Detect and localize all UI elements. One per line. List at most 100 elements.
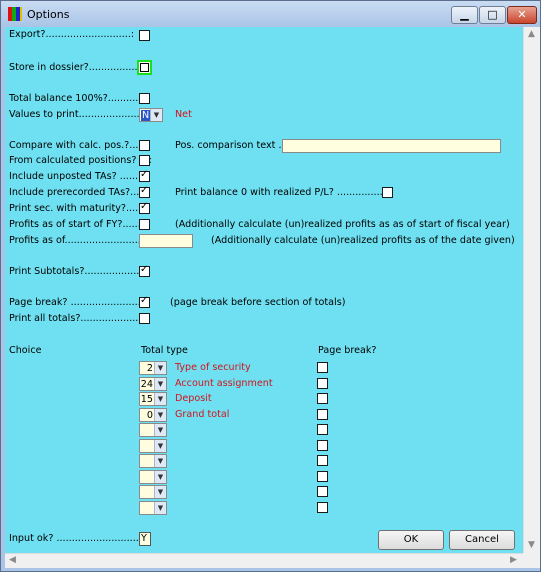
page-break-header: Page break? bbox=[318, 345, 377, 356]
chevron-down-icon[interactable]: ▼ bbox=[154, 486, 166, 498]
cancel-button[interactable]: Cancel bbox=[449, 530, 515, 550]
chevron-down-icon[interactable]: ▼ bbox=[154, 393, 166, 405]
chevron-down-icon[interactable]: ▼ bbox=[154, 455, 166, 467]
chevron-down-icon[interactable]: ▼ bbox=[154, 439, 166, 452]
profits-as-of-label: Profits as of.........................: bbox=[9, 235, 145, 246]
print-sec-maturity-checkbox[interactable] bbox=[139, 201, 150, 214]
profits-start-fy-note: (Additionally calculate (un)realized pro… bbox=[175, 219, 510, 230]
from-calc-checkbox[interactable] bbox=[139, 155, 150, 166]
print-all-totals-label: Print all totals?....................: bbox=[9, 313, 145, 324]
compare-calc-checkbox[interactable] bbox=[139, 140, 150, 151]
print-subtotals-checkbox[interactable] bbox=[139, 264, 150, 277]
row-page-break-checkbox[interactable] bbox=[317, 439, 328, 451]
maximize-icon: □ bbox=[487, 8, 498, 21]
row-page-break-checkbox[interactable] bbox=[317, 486, 328, 497]
print-subtotals-label: Print Subtotals?...................: bbox=[9, 266, 146, 277]
total-type-value: 0 bbox=[146, 409, 153, 421]
profits-start-fy-checkbox[interactable] bbox=[139, 219, 150, 230]
input-ok-field[interactable]: Y bbox=[139, 532, 151, 546]
title-bar: Options ▁ □ ✕ bbox=[1, 1, 540, 27]
chevron-down-icon[interactable]: ▼ bbox=[154, 408, 166, 421]
page-break-label: Page break? .......................: bbox=[9, 297, 144, 308]
values-to-print-select[interactable]: N ▼ bbox=[139, 108, 163, 122]
vertical-scrollbar[interactable]: ▲ ▼ bbox=[523, 27, 540, 555]
scroll-up-icon[interactable]: ▲ bbox=[528, 29, 535, 39]
row-page-break-checkbox[interactable] bbox=[317, 408, 328, 420]
horizontal-scrollbar[interactable]: ◀ ▶ bbox=[5, 553, 523, 568]
print-balance-zero-checkbox[interactable] bbox=[382, 187, 393, 198]
choice-label: Choice bbox=[9, 345, 42, 356]
row-page-break-checkbox[interactable] bbox=[317, 424, 328, 435]
total-type-select[interactable]: 2 ▼ bbox=[139, 361, 167, 375]
include-unposted-label: Include unposted TAs? ........: bbox=[9, 171, 148, 182]
total-type-select[interactable]: ▼ bbox=[139, 500, 167, 515]
form-area: Export?............................: Sto… bbox=[5, 27, 540, 568]
chevron-down-icon[interactable]: ▼ bbox=[154, 362, 166, 374]
include-prerecorded-label: Include prerecorded TAs?.....: bbox=[9, 187, 149, 198]
total-type-description: Deposit bbox=[175, 393, 212, 404]
pos-comparison-label: Pos. comparison text ...: bbox=[175, 140, 291, 151]
close-button[interactable]: ✕ bbox=[507, 6, 537, 24]
export-label: Export?............................: bbox=[9, 29, 135, 40]
include-prerecorded-checkbox[interactable] bbox=[139, 185, 150, 198]
total-type-value: 24 bbox=[140, 378, 153, 390]
store-label: Store in dossier?................: bbox=[9, 62, 141, 73]
scroll-right-icon[interactable]: ▶ bbox=[510, 555, 517, 565]
page-break-note: (page break before section of totals) bbox=[170, 297, 346, 308]
scroll-left-icon[interactable]: ◀ bbox=[9, 555, 16, 565]
store-checkbox[interactable] bbox=[137, 60, 152, 75]
total-type-select[interactable]: ▼ bbox=[139, 438, 167, 453]
total-type-select[interactable]: 0 ▼ bbox=[139, 407, 167, 422]
minimize-icon: ▁ bbox=[460, 8, 469, 21]
row-page-break-checkbox[interactable] bbox=[317, 470, 328, 482]
from-calc-label: From calculated positions? ...: bbox=[9, 155, 152, 166]
input-ok-label: Input ok? ...........................: bbox=[9, 533, 143, 544]
chevron-down-icon[interactable]: ▼ bbox=[154, 470, 166, 483]
total-type-select[interactable]: ▼ bbox=[139, 454, 167, 468]
print-all-totals-checkbox[interactable] bbox=[139, 313, 150, 324]
compare-calc-label: Compare with calc. pos.?......: bbox=[9, 140, 151, 151]
values-to-print-value: N bbox=[141, 110, 151, 121]
total-type-select[interactable]: ▼ bbox=[139, 485, 167, 499]
total-type-select[interactable]: 24 ▼ bbox=[139, 376, 167, 391]
close-icon: ✕ bbox=[517, 8, 527, 21]
chevron-down-icon[interactable]: ▼ bbox=[154, 501, 166, 514]
total-type-description: Account assignment bbox=[175, 377, 273, 389]
chevron-down-icon[interactable]: ▼ bbox=[150, 109, 162, 121]
row-page-break-checkbox[interactable] bbox=[317, 377, 328, 389]
page-break-checkbox[interactable] bbox=[139, 295, 150, 308]
print-balance-zero-label: Print balance 0 with realized P/L? .....… bbox=[175, 187, 392, 198]
total-type-header: Total type bbox=[141, 345, 188, 356]
ok-button[interactable]: OK bbox=[378, 530, 444, 550]
scroll-down-icon[interactable]: ▼ bbox=[528, 540, 535, 550]
app-icon bbox=[8, 7, 22, 21]
pos-comparison-input[interactable] bbox=[282, 139, 501, 153]
values-to-print-label: Values to print....................: bbox=[9, 109, 143, 120]
chevron-down-icon[interactable]: ▼ bbox=[154, 377, 166, 390]
print-sec-maturity-label: Print sec. with maturity?.......: bbox=[9, 203, 151, 214]
row-page-break-checkbox[interactable] bbox=[317, 362, 328, 373]
options-window: Options ▁ □ ✕ Export?...................… bbox=[0, 0, 541, 572]
maximize-button[interactable]: □ bbox=[479, 6, 506, 24]
minimize-button[interactable]: ▁ bbox=[451, 6, 478, 24]
total-type-select[interactable]: ▼ bbox=[139, 469, 167, 484]
total-type-value: 15 bbox=[140, 394, 153, 405]
include-unposted-checkbox[interactable] bbox=[139, 169, 150, 182]
window-title: Options bbox=[27, 8, 70, 21]
total-type-value: 2 bbox=[146, 363, 153, 374]
profits-as-of-input[interactable] bbox=[139, 234, 193, 248]
profits-start-fy-label: Profits as of start of FY?........: bbox=[9, 219, 151, 230]
chevron-down-icon[interactable]: ▼ bbox=[154, 424, 166, 436]
profits-as-of-note: (Additionally calculate (un)realized pro… bbox=[211, 235, 515, 246]
total-type-select[interactable]: 15 ▼ bbox=[139, 392, 167, 406]
size-grip[interactable] bbox=[523, 553, 540, 568]
values-to-print-hint: Net bbox=[175, 109, 192, 120]
total-type-description: Type of security bbox=[175, 362, 251, 373]
row-page-break-checkbox[interactable] bbox=[317, 393, 328, 404]
total-type-select[interactable]: ▼ bbox=[139, 423, 167, 437]
export-checkbox[interactable] bbox=[139, 30, 150, 41]
total-type-description: Grand total bbox=[175, 408, 230, 420]
row-page-break-checkbox[interactable] bbox=[317, 501, 328, 513]
total-balance-checkbox[interactable] bbox=[139, 93, 150, 104]
row-page-break-checkbox[interactable] bbox=[317, 455, 328, 466]
